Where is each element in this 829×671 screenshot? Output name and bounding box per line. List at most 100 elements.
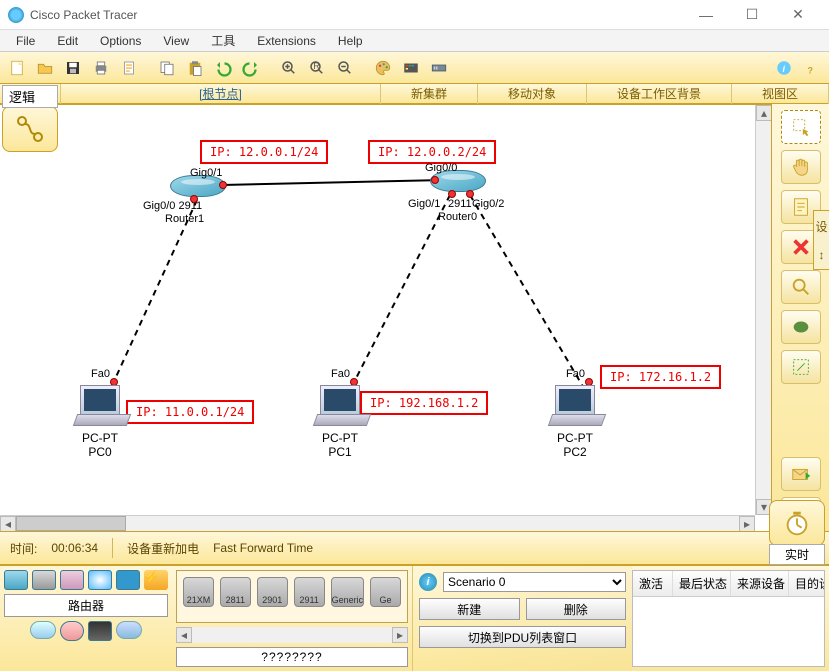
scroll-left-arrow[interactable]: ◂ <box>0 516 16 532</box>
annotation-ip-pc2[interactable]: IP: 172.16.1.2 <box>600 365 721 389</box>
link-status-dot <box>431 176 439 184</box>
annotation-ip-pc0[interactable]: IP: 11.0.0.1/24 <box>126 400 254 424</box>
save-button[interactable] <box>60 55 86 81</box>
fast-forward-button[interactable]: Fast Forward Time <box>213 541 313 555</box>
category-cloud-icon[interactable] <box>116 621 142 639</box>
menu-view[interactable]: View <box>153 32 199 50</box>
model-chip[interactable]: Ge <box>370 577 401 607</box>
palette-button[interactable] <box>370 55 396 81</box>
draw-tool[interactable] <box>781 310 821 344</box>
scroll-right-arrow[interactable]: ▸ <box>739 516 755 532</box>
info-button[interactable]: i <box>771 55 797 81</box>
pdu-col-fire[interactable]: 激活 <box>633 571 673 596</box>
scenario-select[interactable]: Scenario 0 <box>443 572 626 592</box>
pc2-port-fa0: Fa0 <box>566 368 585 380</box>
menu-edit[interactable]: Edit <box>47 32 88 50</box>
annotation-ip-pc1[interactable]: IP: 192.168.1.2 <box>360 391 488 415</box>
category-custom-icon[interactable] <box>60 621 84 641</box>
menu-tools[interactable]: 工具 <box>201 30 245 51</box>
menu-options[interactable]: Options <box>90 32 151 50</box>
device-dialog-button[interactable] <box>398 55 424 81</box>
inspect-tool[interactable] <box>781 270 821 304</box>
menu-help[interactable]: Help <box>328 32 373 50</box>
workspace[interactable]: IP: 12.0.0.1/24 IP: 12.0.0.2/24 IP: 11.0… <box>0 104 829 531</box>
pdu-col-src[interactable]: 来源设备 <box>731 571 789 596</box>
device-pc1[interactable]: PC-PT PC1 <box>320 385 360 460</box>
menu-file[interactable]: File <box>6 32 45 50</box>
print-button[interactable] <box>88 55 114 81</box>
scroll-track[interactable] <box>192 627 392 643</box>
scenario-info-icon[interactable]: i <box>419 573 437 591</box>
scroll-track[interactable] <box>16 516 739 531</box>
open-button[interactable] <box>32 55 58 81</box>
category-wireless-icon[interactable] <box>88 570 112 590</box>
category-switches-icon[interactable] <box>32 570 56 590</box>
scroll-up-arrow[interactable]: ▴ <box>756 105 772 121</box>
maximize-button[interactable]: ☐ <box>729 0 775 30</box>
minimize-button[interactable]: — <box>683 0 729 30</box>
model-chip[interactable]: Generic <box>331 577 365 607</box>
scroll-left-arrow[interactable]: ◂ <box>176 627 192 643</box>
model-scroller[interactable]: 21XM 2811 2901 2911 Generic Ge <box>176 570 408 623</box>
scroll-right-arrow[interactable]: ▸ <box>392 627 408 643</box>
workspace-horizontal-scrollbar[interactable]: ◂ ▸ <box>0 515 755 531</box>
resize-tool[interactable] <box>781 350 821 384</box>
zoom-out-button[interactable] <box>332 55 358 81</box>
pc2-name: PC2 <box>555 445 595 459</box>
help-button[interactable]: ? <box>799 55 825 81</box>
category-routers-icon[interactable] <box>4 570 28 590</box>
pdu-col-dst[interactable]: 目的设备 <box>789 571 825 596</box>
category-hubs-icon[interactable] <box>60 570 84 590</box>
device-bg-button[interactable]: 设备工作区背景 <box>587 84 732 104</box>
topology-canvas[interactable]: IP: 12.0.0.1/24 IP: 12.0.0.2/24 IP: 11.0… <box>0 105 755 515</box>
scenario-new-button[interactable]: 新建 <box>419 598 520 620</box>
select-tool[interactable] <box>781 110 821 144</box>
model-chip[interactable]: 2911 <box>294 577 325 607</box>
device-pc0[interactable]: PC-PT PC0 <box>80 385 120 460</box>
redo-button[interactable] <box>238 55 264 81</box>
workspace-vertical-scrollbar[interactable]: ▴ ▾ <box>755 105 771 515</box>
undo-button[interactable] <box>210 55 236 81</box>
side-panel-collapsed[interactable]: 设↕ <box>813 210 829 270</box>
category-end-devices-icon[interactable]: ⚡ <box>144 570 168 590</box>
simple-pdu-tool[interactable] <box>781 457 821 491</box>
category-multiuser-icon[interactable] <box>88 621 112 641</box>
close-button[interactable]: ✕ <box>775 0 821 30</box>
power-cycle-button[interactable]: 设备重新加电 <box>127 540 199 557</box>
move-object-button[interactable]: 移动对象 <box>478 84 587 104</box>
title-bar: Cisco Packet Tracer — ☐ ✕ <box>0 0 829 30</box>
category-wan-icon[interactable] <box>30 621 56 639</box>
scroll-thumb[interactable] <box>16 516 126 531</box>
root-node-link[interactable]: [根节点] <box>61 84 381 104</box>
new-button[interactable] <box>4 55 30 81</box>
pc-icon <box>80 385 120 415</box>
realtime-simulation-toggle[interactable]: 实时 <box>769 500 825 565</box>
logical-physical-toggle[interactable]: 逻辑 <box>2 85 58 152</box>
annotation-ip-router0-link[interactable]: IP: 12.0.0.2/24 <box>368 140 496 164</box>
menu-extensions[interactable]: Extensions <box>247 32 326 50</box>
hand-tool[interactable] <box>781 150 821 184</box>
link-status-dot <box>466 190 474 198</box>
model-scrollbar[interactable]: ◂ ▸ <box>176 627 408 643</box>
paste-button[interactable] <box>182 55 208 81</box>
model-chip[interactable]: 21XM <box>183 577 214 607</box>
custom-device-button[interactable] <box>426 55 452 81</box>
pdu-col-last[interactable]: 最后状态 <box>673 571 731 596</box>
category-connections-icon[interactable] <box>116 570 140 590</box>
new-cluster-button[interactable]: 新集群 <box>381 84 478 104</box>
model-chip[interactable]: 2811 <box>220 577 251 607</box>
realtime-icon <box>769 500 825 546</box>
device-pc2[interactable]: PC-PT PC2 <box>555 385 595 460</box>
zoom-reset-button[interactable]: R <box>304 55 330 81</box>
scenario-delete-button[interactable]: 删除 <box>526 598 627 620</box>
zoom-in-button[interactable] <box>276 55 302 81</box>
model-chip[interactable]: 2901 <box>257 577 288 607</box>
pc1-name: PC1 <box>320 445 360 459</box>
scroll-track[interactable] <box>756 121 771 499</box>
annotation-ip-router1-link[interactable]: IP: 12.0.0.1/24 <box>200 140 328 164</box>
viewport-button[interactable]: 视图区 <box>732 84 829 104</box>
router0-port-gig00: Gig0/0 <box>425 162 457 174</box>
wizard-button[interactable] <box>116 55 142 81</box>
toggle-pdu-list-button[interactable]: 切换到PDU列表窗口 <box>419 626 626 648</box>
copy-button[interactable] <box>154 55 180 81</box>
